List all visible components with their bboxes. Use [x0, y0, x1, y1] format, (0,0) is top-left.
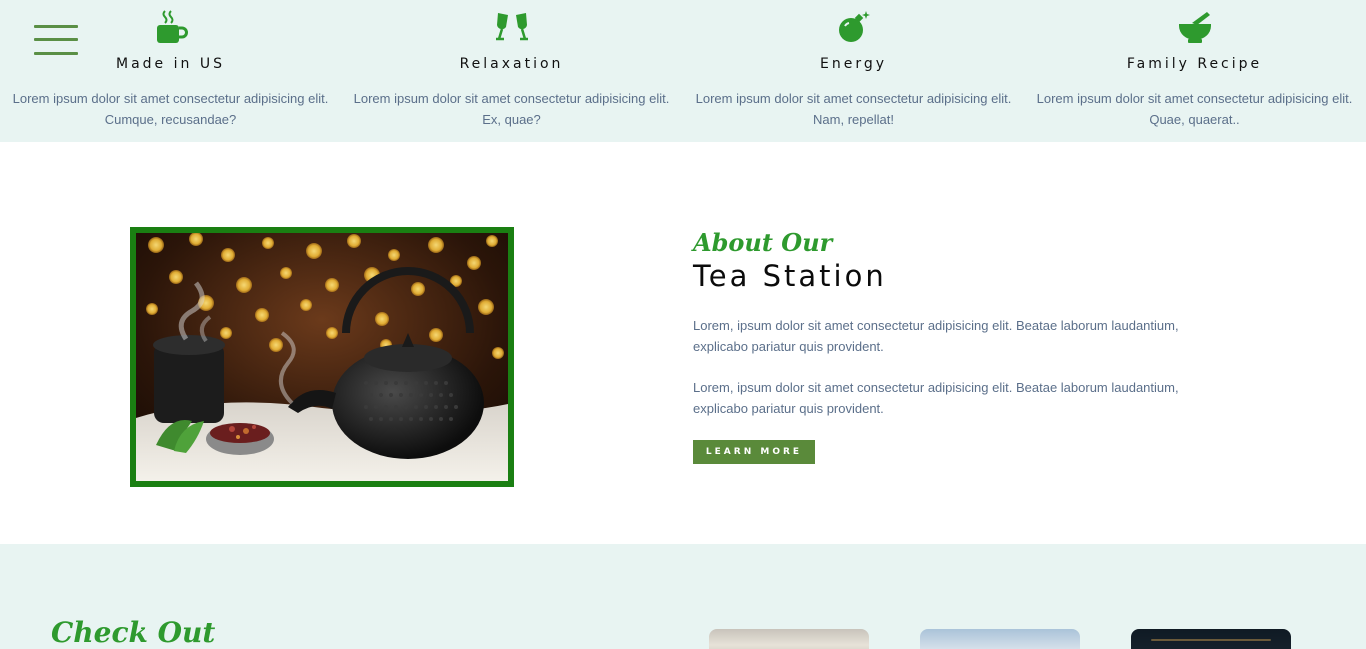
checkout-title: Check Out — [51, 616, 216, 649]
product-thumbnail[interactable] — [920, 629, 1080, 649]
about-title: Tea Station — [693, 259, 887, 293]
feature-energy: Energy Lorem ipsum dolor sit amet consec… — [683, 0, 1024, 142]
feature-title: Family Recipe — [1126, 56, 1263, 72]
coffee-mug-icon — [153, 9, 189, 45]
product-thumbnail[interactable] — [709, 629, 869, 649]
features-strip: Made in US Lorem ipsum dolor sit amet co… — [0, 0, 1366, 142]
feature-description: Lorem ipsum dolor sit amet consectetur a… — [353, 91, 670, 127]
clinking-glasses-icon — [494, 9, 530, 45]
about-photo-frame — [130, 227, 514, 487]
about-paragraph: Lorem, ipsum dolor sit amet consectetur … — [693, 380, 1179, 416]
learn-more-button[interactable]: LEARN MORE — [693, 440, 815, 464]
feature-title: Relaxation — [459, 56, 564, 72]
checkout-section: Check Out — [0, 544, 1366, 649]
feature-description: Lorem ipsum dolor sit amet consectetur a… — [1036, 91, 1353, 127]
feature-title: Made in US — [116, 56, 225, 72]
product-thumbnail[interactable] — [1131, 629, 1291, 649]
teapot-photo — [136, 233, 508, 481]
mortar-pestle-icon — [1177, 9, 1213, 45]
feature-title: Energy — [819, 56, 887, 72]
feature-description: Lorem ipsum dolor sit amet consectetur a… — [12, 91, 329, 127]
feature-family-recipe: Family Recipe Lorem ipsum dolor sit amet… — [1024, 0, 1365, 142]
about-kicker: About Our — [693, 228, 833, 257]
bomb-icon — [836, 9, 872, 45]
feature-made-in-us: Made in US Lorem ipsum dolor sit amet co… — [0, 0, 341, 142]
feature-description: Lorem ipsum dolor sit amet consectetur a… — [695, 91, 1012, 127]
about-paragraph: Lorem, ipsum dolor sit amet consectetur … — [693, 318, 1179, 354]
feature-relaxation: Relaxation Lorem ipsum dolor sit amet co… — [341, 0, 682, 142]
